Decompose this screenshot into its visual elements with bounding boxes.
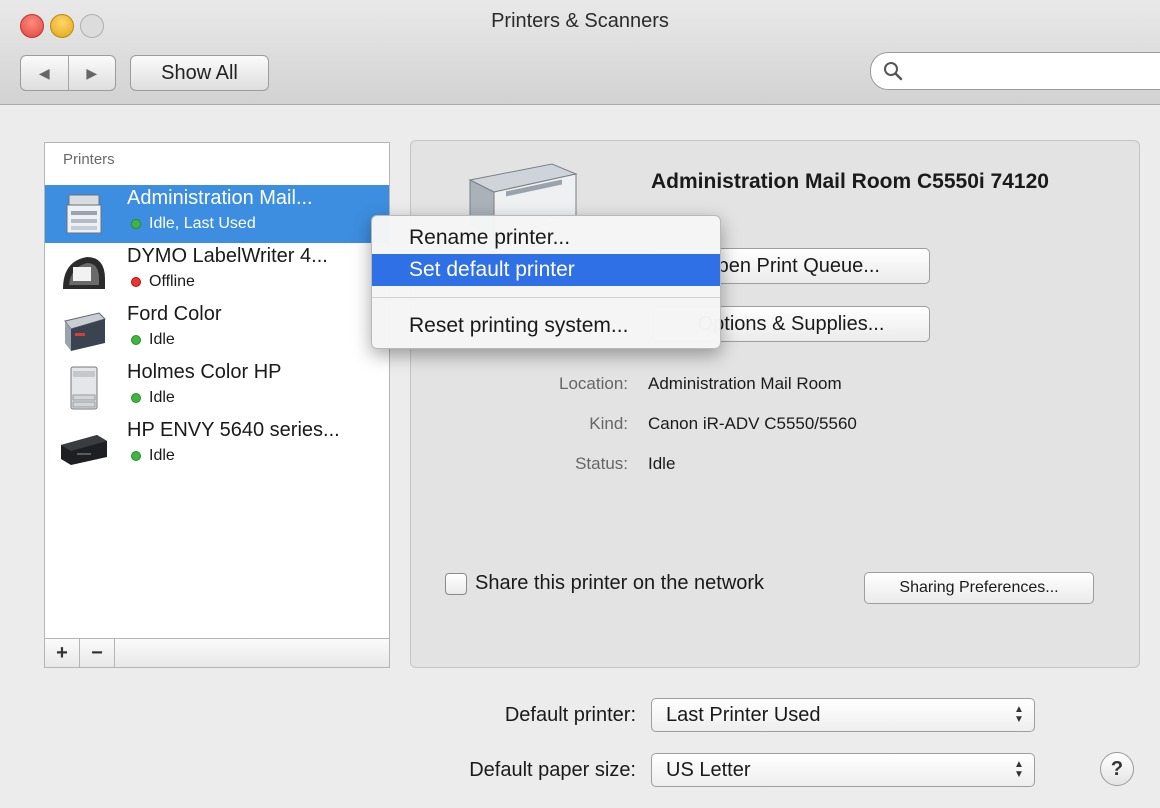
default-printer-label: Default printer: xyxy=(504,704,636,726)
forward-button[interactable]: ▶ xyxy=(67,56,116,90)
printer-status: Offline xyxy=(127,273,195,291)
printer-context-menu: Rename printer... Set default printer Re… xyxy=(371,215,721,349)
status-label: Status: xyxy=(575,454,628,473)
printer-row-ford-color[interactable]: Ford Color Idle xyxy=(45,301,389,359)
status-dot-icon xyxy=(131,277,141,287)
back-button[interactable]: ◀ xyxy=(21,56,68,90)
printer-status-text: Idle xyxy=(149,331,175,348)
default-paper-size-value: US Letter xyxy=(666,758,751,781)
default-printer-popup[interactable]: Last Printer Used ▲ ▼ xyxy=(651,698,1035,732)
add-printer-button[interactable]: + xyxy=(45,639,80,667)
status-dot-icon xyxy=(131,393,141,403)
printer-row-dymo[interactable]: DYMO LabelWriter 4... Offline xyxy=(45,243,389,301)
forward-icon: ▶ xyxy=(86,64,98,81)
default-paper-size-popup[interactable]: US Letter ▲ ▼ xyxy=(651,753,1035,787)
printer-status: Idle xyxy=(127,389,175,407)
label-printer-icon xyxy=(63,257,105,289)
menu-item-reset-printing-system[interactable]: Reset printing system... xyxy=(372,310,720,342)
printer-status: Idle, Last Used xyxy=(127,215,256,233)
printer-status-text: Idle xyxy=(149,447,175,464)
remove-printer-button[interactable]: − xyxy=(80,639,115,667)
printer-list: Printers Administration Mail... Idle, La… xyxy=(44,142,390,668)
printer-row-holmes-color[interactable]: Holmes Color HP Idle xyxy=(45,359,389,417)
window-title: Printers & Scanners xyxy=(491,10,669,32)
menu-item-rename-printer[interactable]: Rename printer... xyxy=(372,222,720,254)
printer-status-text: Idle, Last Used xyxy=(149,215,256,232)
default-printer-value: Last Printer Used xyxy=(666,703,821,726)
inkjet-printer-icon xyxy=(61,435,107,465)
printer-status: Idle xyxy=(127,331,175,349)
printer-name: DYMO LabelWriter 4... xyxy=(127,245,328,267)
printer-name: Ford Color xyxy=(127,303,222,325)
laser-printer-icon xyxy=(64,312,106,351)
search-icon xyxy=(884,62,903,81)
search-field[interactable] xyxy=(870,52,1160,90)
help-button[interactable]: ? xyxy=(1100,752,1134,786)
default-paper-size-label: Default paper size: xyxy=(469,759,636,781)
kind-label: Kind: xyxy=(589,414,628,433)
status-dot-icon xyxy=(131,451,141,461)
printers-header: Printers xyxy=(63,151,115,168)
printer-row-hp-envy[interactable]: HP ENVY 5640 series... Idle xyxy=(45,417,389,475)
share-printer-label[interactable]: Share this printer on the network xyxy=(475,572,764,595)
printer-title: Administration Mail Room C5550i 74120 xyxy=(651,170,1049,193)
printer-row-administration[interactable]: Administration Mail... Idle, Last Used xyxy=(45,185,389,243)
tower-printer-icon xyxy=(70,366,98,410)
multifunction-printer-icon xyxy=(66,194,102,234)
printer-name: Holmes Color HP xyxy=(127,361,282,383)
printer-status-text: Offline xyxy=(149,273,195,290)
sharing-preferences-button[interactable]: Sharing Preferences... xyxy=(864,572,1094,604)
back-forward-control: ◀ ▶ xyxy=(20,55,116,91)
show-all-button[interactable]: Show All xyxy=(130,55,269,91)
title-bar: Printers & Scanners ◀ ▶ Show All xyxy=(0,0,1160,105)
kind-value: Canon iR-ADV C5550/5560 xyxy=(648,414,857,433)
list-footer: + − xyxy=(45,638,389,667)
location-label: Location: xyxy=(559,374,628,393)
status-dot-icon xyxy=(131,335,141,345)
location-value: Administration Mail Room xyxy=(648,374,842,393)
menu-separator xyxy=(372,297,720,298)
printer-name: HP ENVY 5640 series... xyxy=(127,419,340,441)
status-dot-icon xyxy=(131,219,141,229)
popup-arrows-icon: ▲ ▼ xyxy=(1014,704,1024,725)
back-icon: ◀ xyxy=(38,64,50,81)
share-printer-checkbox[interactable] xyxy=(445,572,467,595)
printer-status: Idle xyxy=(127,447,175,465)
printer-name: Administration Mail... xyxy=(127,187,313,209)
status-value: Idle xyxy=(648,454,676,473)
share-row: Share this printer on the network xyxy=(445,572,764,595)
popup-arrows-icon: ▲ ▼ xyxy=(1014,759,1024,780)
printer-status-text: Idle xyxy=(149,389,175,406)
menu-item-set-default-printer[interactable]: Set default printer xyxy=(372,254,720,286)
